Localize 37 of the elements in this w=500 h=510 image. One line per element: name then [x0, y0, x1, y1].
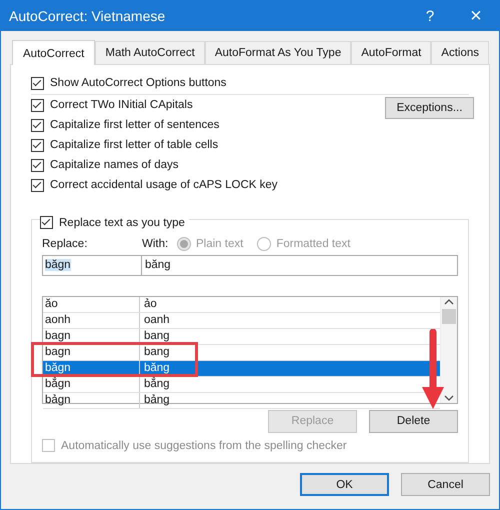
- tab[interactable]: AutoFormat As You Type: [204, 41, 352, 64]
- checkbox[interactable]: [31, 98, 44, 112]
- tab[interactable]: Math AutoCorrect: [95, 41, 205, 64]
- checkbox[interactable]: [31, 178, 44, 192]
- option-label: Show AutoCorrect Options buttons: [50, 77, 226, 89]
- option-label: Correct accidental usage of cAPS LOCK key: [50, 179, 278, 191]
- checkbox[interactable]: [40, 216, 53, 229]
- option-label: Capitalize first letter of table cells: [50, 139, 218, 151]
- exceptions-button[interactable]: Exceptions...: [385, 97, 474, 119]
- radio-label: Plain text: [196, 238, 244, 250]
- list-action-button[interactable]: Delete: [369, 410, 458, 432]
- checkbox[interactable]: [31, 118, 44, 132]
- list-row[interactable]: aonh oanh: [43, 312, 440, 328]
- tab[interactable]: Actions: [431, 41, 490, 64]
- list-row[interactable]: bagn bang: [43, 328, 440, 344]
- dialog-button[interactable]: Cancel: [401, 473, 490, 496]
- replace-label: Replace:: [42, 238, 88, 250]
- close-button[interactable]: ×: [453, 1, 499, 31]
- arrow-icon: [421, 329, 445, 411]
- with-label: With:: [142, 238, 170, 250]
- radio-label: Formatted text: [276, 238, 350, 250]
- help-button[interactable]: ?: [407, 1, 453, 31]
- option-label: Capitalize names of days: [50, 159, 178, 171]
- option-label: Replace text as you type: [59, 216, 185, 228]
- option-label: Automatically use suggestions from the spelling checker: [61, 440, 347, 452]
- dialog-button[interactable]: OK: [300, 473, 389, 496]
- tab[interactable]: AutoFormat: [351, 41, 432, 64]
- option-label: Correct TWo INitial CApitals: [50, 99, 193, 111]
- window-title: AutoCorrect: Vietnamese: [9, 8, 166, 24]
- scroll-thumb[interactable]: [442, 308, 456, 324]
- list-row[interactable]: ăo ảo: [43, 296, 440, 312]
- option-label: Capitalize first letter of sentences: [50, 119, 220, 131]
- tab[interactable]: AutoCorrect: [12, 40, 96, 65]
- scrollbar[interactable]: [440, 296, 457, 402]
- checkbox[interactable]: [31, 76, 44, 90]
- checkbox[interactable]: [31, 138, 44, 152]
- checkbox[interactable]: [31, 158, 44, 172]
